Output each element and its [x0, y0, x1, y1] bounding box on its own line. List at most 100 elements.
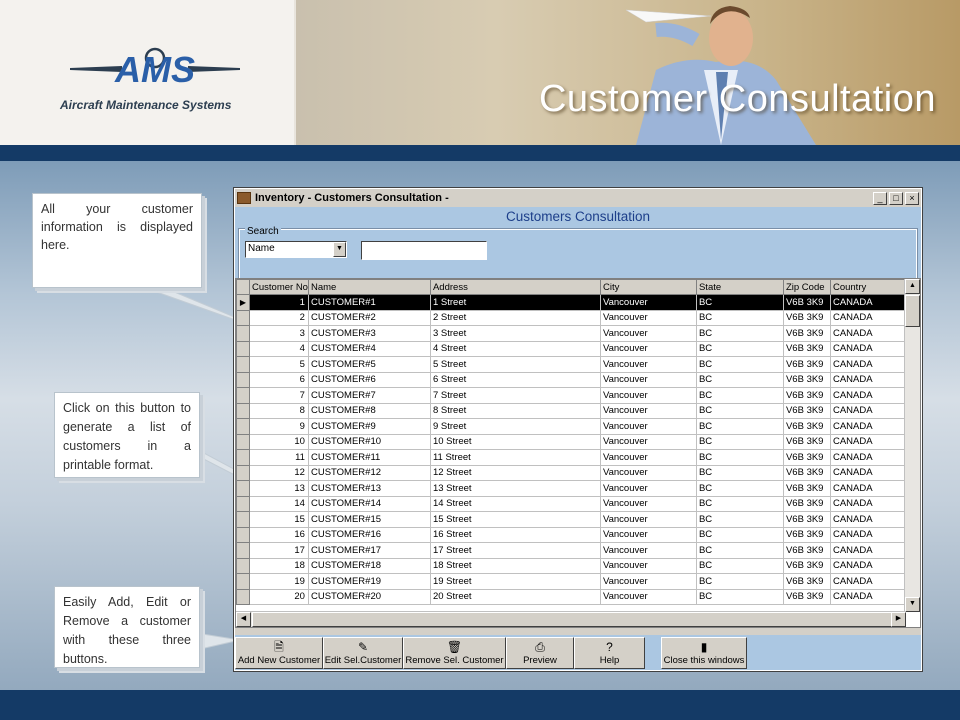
table-row[interactable]: 10 CUSTOMER#10 10 Street Vancouver BC V6B 3K9…: [236, 433, 910, 450]
table-cell[interactable]: CANADA: [830, 480, 910, 497]
column-header[interactable]: Country: [829, 279, 910, 295]
table-cell[interactable]: 16 Street: [430, 527, 601, 543]
table-cell[interactable]: CUSTOMER#20: [308, 589, 431, 605]
table-cell[interactable]: 14 Street: [430, 496, 601, 512]
table-cell[interactable]: 17: [249, 542, 309, 559]
row-selector[interactable]: [236, 356, 250, 373]
table-cell[interactable]: CUSTOMER#18: [308, 558, 431, 574]
preview-button[interactable]: ⎙ Preview: [506, 637, 574, 669]
row-selector[interactable]: [236, 464, 250, 481]
table-cell[interactable]: CUSTOMER#5: [308, 356, 431, 373]
row-selector[interactable]: [236, 387, 250, 404]
row-selector[interactable]: [236, 511, 250, 528]
table-cell[interactable]: Vancouver: [600, 511, 697, 528]
table-cell[interactable]: 7 Street: [430, 387, 601, 404]
table-cell[interactable]: Vancouver: [600, 480, 697, 497]
table-cell[interactable]: BC: [696, 573, 784, 590]
table-cell[interactable]: Vancouver: [600, 372, 697, 388]
table-cell[interactable]: CUSTOMER#8: [308, 403, 431, 419]
table-cell[interactable]: BC: [696, 356, 784, 373]
table-cell[interactable]: Vancouver: [600, 558, 697, 574]
table-cell[interactable]: 17 Street: [430, 542, 601, 559]
table-cell[interactable]: CANADA: [830, 310, 910, 326]
window-titlebar[interactable]: Inventory - Customers Consultation - _ □…: [235, 189, 921, 207]
row-selector[interactable]: [236, 588, 250, 605]
table-cell[interactable]: 11: [249, 449, 309, 466]
table-cell[interactable]: CANADA: [830, 418, 910, 435]
table-cell[interactable]: CANADA: [830, 589, 910, 605]
table-cell[interactable]: BC: [696, 449, 784, 466]
table-cell[interactable]: CUSTOMER#3: [308, 325, 431, 342]
table-row[interactable]: 2 CUSTOMER#2 2 Street Vancouver BC V6B 3K9 CAN…: [236, 309, 910, 326]
table-cell[interactable]: 14: [249, 496, 309, 512]
table-cell[interactable]: CANADA: [830, 573, 910, 590]
row-selector[interactable]: [236, 480, 250, 497]
table-cell[interactable]: BC: [696, 511, 784, 528]
table-cell[interactable]: 10: [249, 434, 309, 450]
table-cell[interactable]: 3 Street: [430, 325, 601, 342]
close-window-button[interactable]: ▮ Close this windows: [661, 637, 747, 669]
edit-customer-button[interactable]: ✎ Edit Sel.Customer: [323, 637, 403, 669]
table-row[interactable]: ▶ 1 CUSTOMER#1 1 Street Vancouver BC V6B 3K9 CA…: [236, 294, 910, 311]
table-cell[interactable]: CANADA: [830, 542, 910, 559]
table-cell[interactable]: CUSTOMER#17: [308, 542, 431, 559]
column-header[interactable]: Name: [307, 279, 431, 295]
table-cell[interactable]: V6B 3K9: [783, 434, 831, 450]
table-cell[interactable]: 8 Street: [430, 403, 601, 419]
table-cell[interactable]: V6B 3K9: [783, 387, 831, 404]
table-cell[interactable]: BC: [696, 418, 784, 435]
table-row[interactable]: 12 CUSTOMER#12 12 Street Vancouver BC V6B 3K9…: [236, 464, 910, 481]
horizontal-scrollbar[interactable]: ◀ ▶: [236, 611, 906, 627]
table-cell[interactable]: CUSTOMER#14: [308, 496, 431, 512]
table-cell[interactable]: Vancouver: [600, 387, 697, 404]
table-cell[interactable]: CANADA: [830, 465, 910, 481]
table-cell[interactable]: 10 Street: [430, 434, 601, 450]
table-cell[interactable]: Vancouver: [600, 356, 697, 373]
table-row[interactable]: 20 CUSTOMER#20 20 Street Vancouver BC V6B 3K9…: [236, 588, 910, 605]
table-cell[interactable]: CANADA: [830, 511, 910, 528]
table-row[interactable]: 17 CUSTOMER#17 17 Street Vancouver BC V6B 3K9…: [236, 542, 910, 559]
table-cell[interactable]: CANADA: [830, 341, 910, 357]
search-input[interactable]: [361, 241, 487, 260]
table-cell[interactable]: 12 Street: [430, 465, 601, 481]
table-cell[interactable]: 5 Street: [430, 356, 601, 373]
table-cell[interactable]: BC: [696, 372, 784, 388]
horizontal-scroll-thumb[interactable]: [252, 612, 892, 627]
table-cell[interactable]: Vancouver: [600, 465, 697, 481]
table-cell[interactable]: CUSTOMER#4: [308, 341, 431, 357]
table-cell[interactable]: CUSTOMER#12: [308, 465, 431, 481]
row-selector[interactable]: [236, 573, 250, 590]
column-header[interactable]: Zip Code: [782, 279, 831, 295]
help-button[interactable]: ? Help: [574, 637, 645, 669]
table-cell[interactable]: BC: [696, 341, 784, 357]
table-cell[interactable]: BC: [696, 527, 784, 543]
table-cell[interactable]: CANADA: [830, 434, 910, 450]
remove-customer-button[interactable]: 🗑 Remove Sel. Customer: [403, 637, 506, 669]
table-cell[interactable]: CUSTOMER#11: [308, 449, 431, 466]
maximize-icon[interactable]: □: [889, 191, 903, 205]
table-cell[interactable]: Vancouver: [600, 449, 697, 466]
table-cell[interactable]: 9 Street: [430, 418, 601, 435]
table-cell[interactable]: 6 Street: [430, 372, 601, 388]
table-cell[interactable]: CUSTOMER#2: [308, 310, 431, 326]
table-cell[interactable]: BC: [696, 589, 784, 605]
table-cell[interactable]: BC: [696, 403, 784, 419]
table-cell[interactable]: CUSTOMER#9: [308, 418, 431, 435]
table-cell[interactable]: BC: [696, 294, 784, 311]
row-selector[interactable]: [236, 340, 250, 357]
table-cell[interactable]: Vancouver: [600, 573, 697, 590]
scroll-right-icon[interactable]: ▶: [891, 612, 906, 627]
table-cell[interactable]: V6B 3K9: [783, 480, 831, 497]
table-cell[interactable]: 19 Street: [430, 573, 601, 590]
table-cell[interactable]: 19: [249, 573, 309, 590]
table-cell[interactable]: 4: [249, 341, 309, 357]
table-cell[interactable]: CANADA: [830, 403, 910, 419]
table-cell[interactable]: V6B 3K9: [783, 294, 831, 311]
column-header[interactable]: Address: [429, 279, 601, 295]
table-cell[interactable]: V6B 3K9: [783, 449, 831, 466]
chevron-down-icon[interactable]: ▼: [333, 242, 346, 257]
table-cell[interactable]: 5: [249, 356, 309, 373]
table-cell[interactable]: 6: [249, 372, 309, 388]
table-cell[interactable]: 8: [249, 403, 309, 419]
table-cell[interactable]: V6B 3K9: [783, 341, 831, 357]
